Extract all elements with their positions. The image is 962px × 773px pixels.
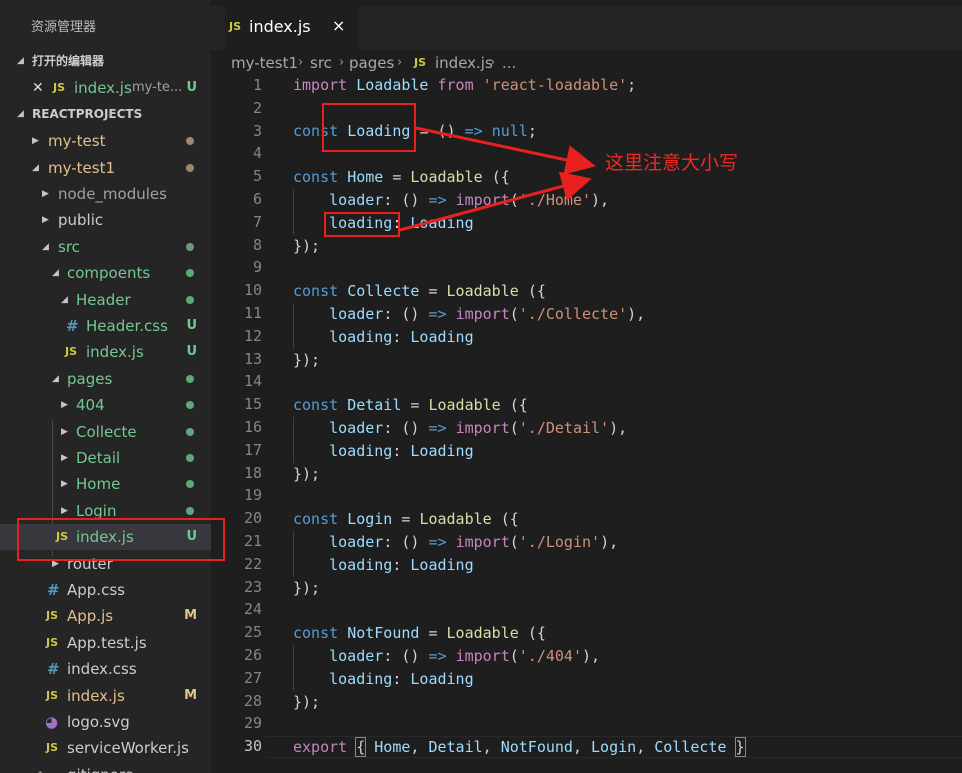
annotation-note: 这里注意大小写 bbox=[605, 152, 739, 174]
annotation-arrow-lower bbox=[399, 171, 592, 232]
annotation-arrow-upper bbox=[415, 126, 596, 175]
annotation-arrows bbox=[399, 126, 596, 232]
